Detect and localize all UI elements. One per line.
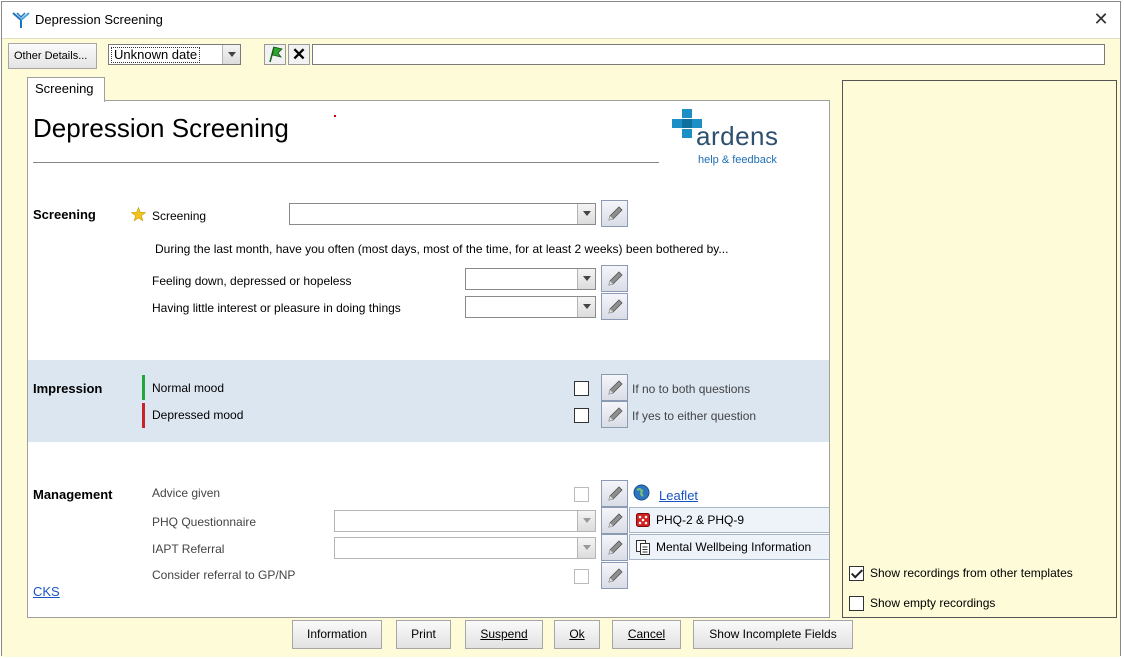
section-management: Management [33,487,113,502]
chevron-down-icon[interactable] [577,204,595,224]
normal-mood-label: Normal mood [152,381,225,395]
pencil-icon [608,407,623,422]
show-incomplete-fields-button[interactable]: Show Incomplete Fields [693,620,853,649]
print-button[interactable]: Print [396,620,451,649]
tab-screening[interactable]: Screening [27,77,105,102]
date-dropdown[interactable]: Unknown date [108,44,241,65]
q1-label: Feeling down, depressed or hopeless [152,274,352,288]
screening-question-text: During the last month, have you often (m… [155,242,729,256]
phq-edit-button[interactable] [601,507,628,534]
phq-dropdown[interactable] [334,510,596,532]
q2-edit-button[interactable] [601,293,628,320]
form-title: Depression Screening [33,113,289,143]
red-dot-mark [334,115,336,117]
clear-date-icon[interactable]: ✕ [288,44,310,65]
chevron-down-icon[interactable] [577,297,595,317]
cancel-button[interactable]: Cancel [612,620,681,649]
documents-icon [636,540,650,555]
phq-label: PHQ Questionnaire [152,515,257,529]
pencil-icon [608,299,623,314]
show-empty-label: Show empty recordings [870,596,996,610]
ok-button[interactable]: Ok [554,620,600,649]
q1-dropdown[interactable] [465,268,596,290]
impression-section [28,360,829,442]
ardens-logo-text: ardens [696,121,779,151]
q2-dropdown[interactable] [465,296,596,318]
depressed-mood-edit-button[interactable] [601,401,628,428]
depressed-mood-bar [142,403,145,428]
pencil-icon [608,380,623,395]
screening-label: Screening [152,209,207,223]
advice-checkbox[interactable] [574,487,589,502]
chevron-down-icon[interactable] [577,269,595,289]
title-divider [33,162,659,163]
pencil-icon [608,540,623,555]
green-flag-icon [269,46,283,63]
phq-link-button[interactable]: PHQ-2 & PHQ-9 [629,507,829,533]
button-bar: Information Print Suspend Ok Cancel Show… [27,618,1119,657]
chevron-down-icon[interactable] [577,538,595,558]
advice-edit-button[interactable] [601,480,628,507]
leaflet-link[interactable]: Leaflet [659,488,698,503]
app-icon [12,12,30,28]
window-title: Depression Screening [35,12,163,27]
mental-wellbeing-link-label: Mental Wellbeing Information [656,540,812,554]
pencil-icon [608,486,623,501]
information-button[interactable]: Information [292,620,382,649]
advice-label: Advice given [152,486,221,500]
form-panel: Depression Screening ardens help & feedb… [27,101,830,618]
q2-label: Having little interest or pleasure in do… [152,301,401,315]
dialog-window: Depression Screening ✕ Other Details... … [1,1,1121,657]
screening-edit-button[interactable] [601,200,628,227]
depressed-mood-checkbox[interactable] [574,408,589,423]
normal-mood-checkbox[interactable] [574,381,589,396]
pencil-icon [608,271,623,286]
close-icon[interactable]: ✕ [1090,8,1112,30]
main-area: Screening Depression Screening ardens he… [2,72,1120,657]
dice-icon [636,513,650,527]
show-other-templates-checkbox[interactable] [849,566,864,581]
show-other-templates-label: Show recordings from other templates [870,566,1073,580]
other-details-button[interactable]: Other Details... [8,43,97,69]
depressed-mood-hint: If yes to either question [632,409,757,423]
flag-button[interactable] [264,44,286,65]
globe-icon [633,484,650,501]
depressed-mood-label: Depressed mood [152,408,244,422]
chevron-down-icon[interactable] [222,45,240,64]
recordings-sidebar: Show recordings from other templates Sho… [842,80,1117,618]
mental-wellbeing-link-button[interactable]: Mental Wellbeing Information [629,534,829,560]
normal-mood-hint: If no to both questions [632,382,751,396]
gp-referral-checkbox[interactable] [574,569,589,584]
iapt-edit-button[interactable] [601,534,628,561]
suspend-button[interactable]: Suspend [465,620,543,649]
chevron-down-icon[interactable] [577,511,595,531]
gp-referral-edit-button[interactable] [601,562,628,589]
title-bar: Depression Screening ✕ [2,2,1120,38]
gp-referral-label: Consider referral to GP/NP [152,568,296,582]
iapt-label: IAPT Referral [152,542,225,556]
screening-dropdown[interactable] [289,203,596,225]
help-feedback-link[interactable]: help & feedback [698,154,777,166]
normal-mood-bar [142,375,145,400]
pencil-icon [608,206,623,221]
cks-link[interactable]: CKS [33,584,60,599]
toolbar: Other Details... Unknown date ✕ [2,38,1120,72]
normal-mood-edit-button[interactable] [601,374,628,401]
date-value: Unknown date [111,47,201,63]
section-impression: Impression [33,381,103,396]
phq-link-label: PHQ-2 & PHQ-9 [656,513,745,527]
section-screening: Screening [33,207,96,222]
q1-edit-button[interactable] [601,265,628,292]
pencil-icon [608,513,623,528]
star-icon [131,207,146,222]
comment-input[interactable] [312,44,1105,65]
pencil-icon [608,568,623,583]
show-empty-checkbox[interactable] [849,596,864,611]
iapt-dropdown[interactable] [334,537,596,559]
